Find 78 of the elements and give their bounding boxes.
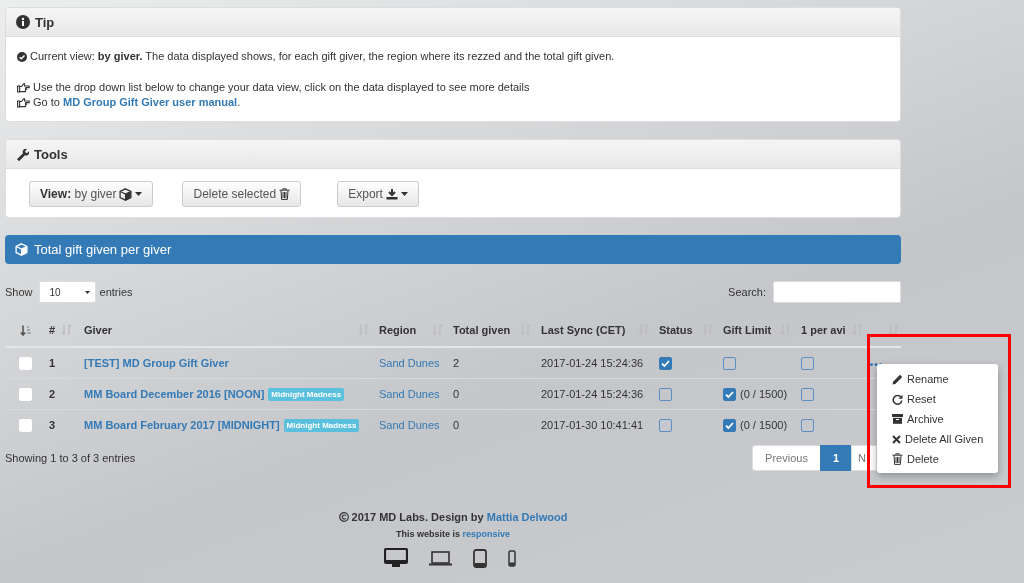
wrench-icon bbox=[16, 147, 29, 161]
menu-item[interactable]: Delete bbox=[877, 449, 998, 469]
per-avi-checkbox[interactable] bbox=[801, 418, 814, 432]
total-given: 0 bbox=[453, 419, 460, 431]
total-given: 2 bbox=[453, 357, 460, 369]
sort-icon[interactable] bbox=[888, 324, 899, 335]
sort-ascending-icon[interactable] bbox=[20, 324, 32, 336]
per-avi-checkbox[interactable] bbox=[801, 356, 814, 370]
column-header[interactable]: # bbox=[49, 323, 56, 336]
section-title: Total gift given per giver bbox=[34, 242, 172, 257]
search-field[interactable] bbox=[773, 281, 901, 303]
pencil-icon bbox=[892, 373, 903, 385]
status-checkbox[interactable] bbox=[659, 418, 672, 432]
row-number: 3 bbox=[49, 419, 56, 431]
close-icon bbox=[892, 434, 901, 444]
page-button[interactable]: Previous bbox=[752, 445, 821, 471]
copyright-icon bbox=[338, 512, 349, 522]
export-button[interactable]: Export bbox=[337, 181, 419, 207]
menu-item[interactable]: Archive bbox=[877, 409, 998, 429]
trash-icon bbox=[892, 453, 903, 465]
table-info: Showing 1 to 3 of 3 entries bbox=[5, 452, 136, 464]
gift-limit-checkbox[interactable] bbox=[723, 356, 736, 370]
caret-icon bbox=[135, 192, 143, 196]
responsive-text: This website is responsive bbox=[395, 529, 511, 539]
status-checkbox[interactable] bbox=[659, 356, 672, 370]
panel-title: Tools bbox=[34, 146, 68, 162]
caret-icon bbox=[84, 290, 90, 294]
search-label: Search: bbox=[728, 286, 766, 298]
sync-time: 2017-01-30 10:41:41 bbox=[541, 419, 644, 431]
entries-label: entries bbox=[99, 286, 133, 298]
column-header[interactable]: Total given bbox=[453, 323, 511, 336]
sync-time: 2017-01-24 15:24:36 bbox=[541, 357, 644, 369]
gift-limit-checkbox[interactable] bbox=[723, 387, 736, 401]
column-header[interactable]: Region bbox=[379, 323, 417, 336]
per-avi-checkbox[interactable] bbox=[801, 387, 814, 401]
gift-limit-count: (0 / 1500) bbox=[740, 419, 788, 431]
column-header[interactable]: Last Sync (CET) bbox=[541, 323, 626, 336]
tip-text: Use the drop down list below to change your data view, click on the data displayed to see more details bbox=[33, 80, 530, 95]
status-checkbox[interactable] bbox=[659, 387, 672, 401]
copyright-text: 2017 MD Labs. Design by Mattia Delwood bbox=[351, 511, 568, 523]
panel-title: Tip bbox=[35, 14, 55, 30]
row-select-checkbox[interactable] bbox=[18, 418, 32, 432]
column-header[interactable]: Status bbox=[659, 323, 693, 336]
download-icon bbox=[385, 188, 398, 200]
show-label: Show bbox=[5, 286, 33, 298]
row-number: 2 bbox=[49, 388, 56, 400]
archive-box-icon bbox=[892, 414, 903, 424]
check-circle-icon bbox=[17, 51, 27, 62]
more-dots-icon[interactable] bbox=[870, 362, 882, 366]
column-header[interactable]: Giver bbox=[84, 323, 113, 336]
info-icon bbox=[16, 15, 30, 29]
column-header[interactable]: Gift Limit bbox=[723, 323, 772, 336]
gift-limit-count: (0 / 1500) bbox=[740, 388, 788, 400]
gift-limit-checkbox[interactable] bbox=[723, 418, 736, 432]
total-given: 0 bbox=[453, 388, 460, 400]
cube-icon bbox=[119, 187, 133, 201]
refresh-icon bbox=[892, 393, 903, 405]
tag-label: Midnight Madness bbox=[268, 387, 345, 401]
pointing-hand-icon bbox=[17, 97, 30, 108]
menu-item[interactable]: Delete All Given bbox=[877, 429, 998, 449]
row-select-checkbox[interactable] bbox=[18, 387, 32, 401]
cube-icon bbox=[15, 243, 28, 256]
menu-item[interactable]: Reset bbox=[877, 389, 998, 409]
entries-select[interactable]: 10 bbox=[38, 281, 96, 303]
tip-text: Current view: by giver. The data displayed shows, for each gift giver, the region where its rezzed and the total gift given. bbox=[30, 49, 615, 64]
column-header[interactable]: 1 per avi bbox=[801, 323, 846, 336]
menu-item[interactable]: Rename bbox=[877, 369, 998, 389]
delete-selected-button[interactable]: Delete selected bbox=[182, 181, 302, 207]
caret-icon bbox=[400, 192, 408, 196]
tip-text: Go to MD Group Gift Giver user manual. bbox=[33, 95, 241, 110]
row-select-checkbox[interactable] bbox=[18, 356, 32, 370]
row-number: 1 bbox=[49, 357, 56, 369]
sync-time: 2017-01-24 15:24:36 bbox=[541, 388, 644, 400]
tag-label: Midnight Madness bbox=[283, 418, 360, 432]
pointing-hand-icon bbox=[17, 82, 30, 93]
sort-icon[interactable] bbox=[61, 324, 73, 335]
view-dropdown-button[interactable]: View: by giver bbox=[29, 181, 154, 207]
trash-icon bbox=[279, 188, 291, 200]
